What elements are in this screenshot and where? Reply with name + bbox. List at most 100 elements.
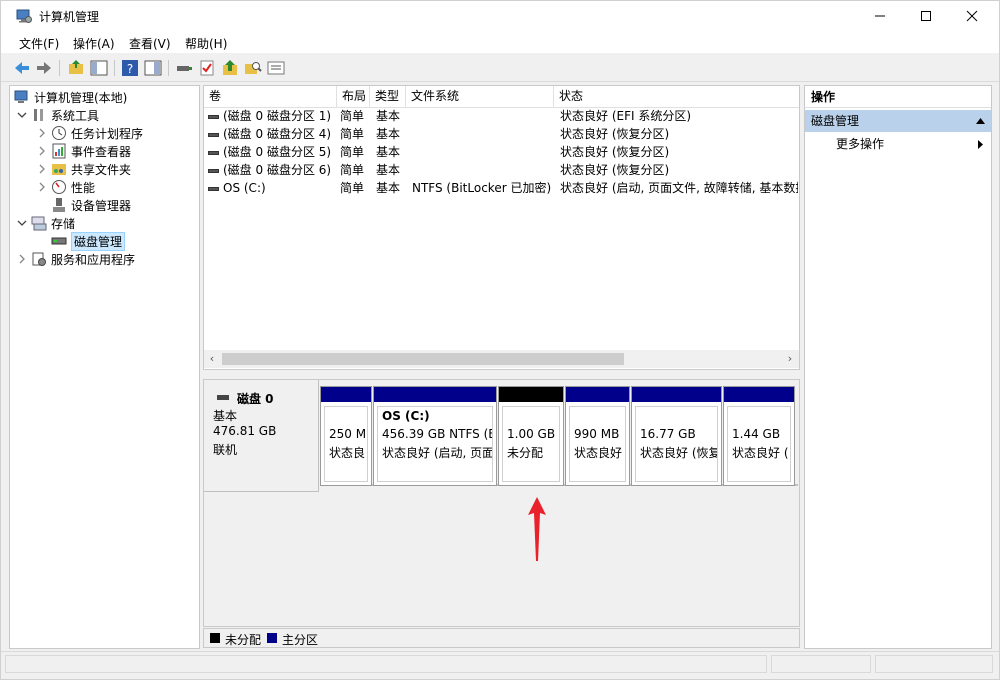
cell-volume: (磁盘 0 磁盘分区 1) — [223, 109, 332, 123]
cell-status: 状态良好 (恢复分区) — [560, 127, 670, 141]
table-row[interactable]: OS (C:) 简单 基本 NTFS (BitLocker 已加密) 状态良好 … — [204, 179, 799, 197]
column-header-status[interactable]: 状态 — [554, 86, 799, 108]
actions-section-disk-management[interactable]: 磁盘管理 — [805, 110, 991, 132]
cell-layout: 简单 — [340, 163, 365, 177]
scroll-right-icon[interactable]: › — [784, 353, 796, 365]
table-row[interactable]: (磁盘 0 磁盘分区 1) 简单 基本 状态良好 (EFI 系统分区) — [204, 107, 799, 125]
chevron-down-icon[interactable] — [16, 217, 28, 229]
menu-file[interactable]: 文件(F) — [19, 35, 59, 52]
annotation-arrow-icon — [528, 497, 546, 561]
maximize-button[interactable] — [903, 1, 949, 31]
legend-unallocated-label: 未分配 — [225, 633, 262, 647]
more-actions-label: 更多操作 — [836, 137, 885, 151]
maximize-icon — [921, 11, 931, 21]
partition-bar — [632, 387, 721, 402]
scrollbar-thumb[interactable] — [222, 353, 624, 365]
disk-partitions: 250 M 状态良 OS (C:) 456.39 GB NTFS (B 状态良好… — [320, 386, 798, 486]
disk-kind: 基本 — [213, 409, 238, 423]
tree-item-performance[interactable]: 性能 — [36, 178, 95, 196]
minimize-icon — [875, 15, 885, 17]
partition-status: 状态良 — [329, 446, 366, 460]
tree-item-computer-management[interactable]: 计算机管理(本地) — [14, 88, 127, 106]
event-viewer-icon — [52, 143, 66, 159]
tree-item-disk-management[interactable]: 磁盘管理 — [51, 231, 126, 251]
tree-item-device-manager[interactable]: 设备管理器 — [51, 196, 131, 214]
tree-item-task-scheduler[interactable]: 任务计划程序 — [36, 124, 143, 142]
search-folder-icon[interactable] — [244, 59, 262, 77]
cell-volume: (磁盘 0 磁盘分区 4) — [223, 127, 332, 141]
volume-icon — [208, 150, 219, 155]
horizontal-scrollbar[interactable]: ‹ › — [204, 350, 799, 368]
list-view-icon[interactable] — [267, 59, 285, 77]
up-folder-icon[interactable] — [67, 59, 85, 77]
cell-type: 基本 — [376, 109, 401, 123]
tree-item-event-viewer[interactable]: 事件查看器 — [36, 142, 131, 160]
computer-management-window: 计算机管理 文件(F) 操作(A) 查看(V) 帮助(H) ? 计算机管理(本地… — [0, 0, 1000, 680]
minimize-button[interactable] — [857, 1, 903, 31]
system-tools-icon — [34, 109, 43, 121]
tree-item-shared-folders[interactable]: 共享文件夹 — [36, 160, 131, 178]
cell-layout: 简单 — [340, 127, 365, 141]
chevron-right-icon[interactable] — [36, 127, 48, 139]
partition-6[interactable]: 1.44 GB 状态良好 ( — [723, 386, 795, 486]
tree-label: 服务和应用程序 — [51, 252, 136, 267]
column-header-layout[interactable]: 布局 — [337, 86, 370, 108]
tree-item-storage[interactable]: 存储 — [16, 214, 75, 232]
check-icon[interactable] — [198, 59, 216, 77]
connect-icon[interactable] — [175, 59, 193, 77]
partition-status: 状态良好 ( — [732, 446, 789, 460]
tree-label: 存储 — [51, 216, 76, 231]
chevron-right-icon[interactable] — [16, 253, 28, 265]
partition-os-c[interactable]: OS (C:) 456.39 GB NTFS (B 状态良好 (启动, 页面 — [373, 386, 497, 486]
chevron-right-icon[interactable] — [36, 145, 48, 157]
collapse-up-icon[interactable] — [976, 118, 985, 124]
forward-arrow-icon[interactable] — [35, 59, 53, 77]
column-header-type[interactable]: 类型 — [370, 86, 406, 108]
volume-icon — [208, 114, 219, 119]
tree-item-services-applications[interactable]: 服务和应用程序 — [16, 250, 135, 268]
table-row[interactable]: (磁盘 0 磁盘分区 6) 简单 基本 状态良好 (恢复分区) — [204, 161, 799, 179]
disk-0-info[interactable]: 磁盘 0 基本 476.81 GB 联机 — [204, 380, 319, 492]
table-row[interactable]: (磁盘 0 磁盘分区 4) 简单 基本 状态良好 (恢复分区) — [204, 125, 799, 143]
back-arrow-icon[interactable] — [13, 59, 31, 77]
up-arrow-icon[interactable] — [221, 59, 239, 77]
status-segment — [771, 655, 871, 673]
legend-unallocated-swatch — [210, 633, 220, 643]
cell-filesystem — [412, 143, 552, 161]
close-button[interactable] — [949, 1, 995, 31]
disk-management-icon — [51, 237, 67, 245]
show-hide-tree-icon[interactable] — [90, 59, 108, 77]
partition-unallocated[interactable]: 1.00 GB 未分配 — [498, 386, 564, 486]
cell-filesystem — [412, 125, 552, 143]
cell-volume: (磁盘 0 磁盘分区 5) — [223, 145, 332, 159]
cell-filesystem — [412, 161, 552, 179]
performance-icon — [52, 180, 66, 194]
storage-icon — [31, 216, 47, 231]
partition-4[interactable]: 990 MB 状态良好 — [565, 386, 630, 486]
chevron-right-icon[interactable] — [36, 163, 48, 175]
shared-folders-icon — [52, 164, 66, 175]
partition-1[interactable]: 250 M 状态良 — [320, 386, 372, 486]
properties-pane-icon[interactable] — [144, 59, 162, 77]
cell-status: 状态良好 (启动, 页面文件, 故障转储, 基本数据 — [560, 181, 798, 195]
partition-5[interactable]: 16.77 GB 状态良好 (恢复 — [631, 386, 722, 486]
column-header-volume[interactable]: 卷 — [204, 86, 337, 108]
chevron-right-icon[interactable] — [36, 181, 48, 193]
disk-state: 联机 — [213, 443, 238, 457]
menu-action[interactable]: 操作(A) — [73, 35, 115, 52]
tree-item-system-tools[interactable]: 系统工具 — [16, 106, 99, 124]
column-header-filesystem[interactable]: 文件系统 — [406, 86, 554, 108]
help-icon[interactable]: ? — [121, 59, 139, 77]
more-actions-item[interactable]: 更多操作 — [805, 134, 991, 154]
tree-label: 任务计划程序 — [71, 126, 144, 141]
chevron-down-icon[interactable] — [16, 109, 28, 121]
menu-view[interactable]: 查看(V) — [129, 35, 171, 52]
disk-name: 磁盘 0 — [237, 392, 274, 406]
close-icon — [966, 10, 978, 22]
partition-status: 未分配 — [507, 446, 544, 460]
partition-status: 状态良好 — [574, 446, 623, 460]
menu-help[interactable]: 帮助(H) — [185, 35, 227, 52]
table-row[interactable]: (磁盘 0 磁盘分区 5) 简单 基本 状态良好 (恢复分区) — [204, 143, 799, 161]
scroll-left-icon[interactable]: ‹ — [206, 353, 218, 365]
partition-status: 状态良好 (启动, 页面 — [382, 446, 493, 460]
